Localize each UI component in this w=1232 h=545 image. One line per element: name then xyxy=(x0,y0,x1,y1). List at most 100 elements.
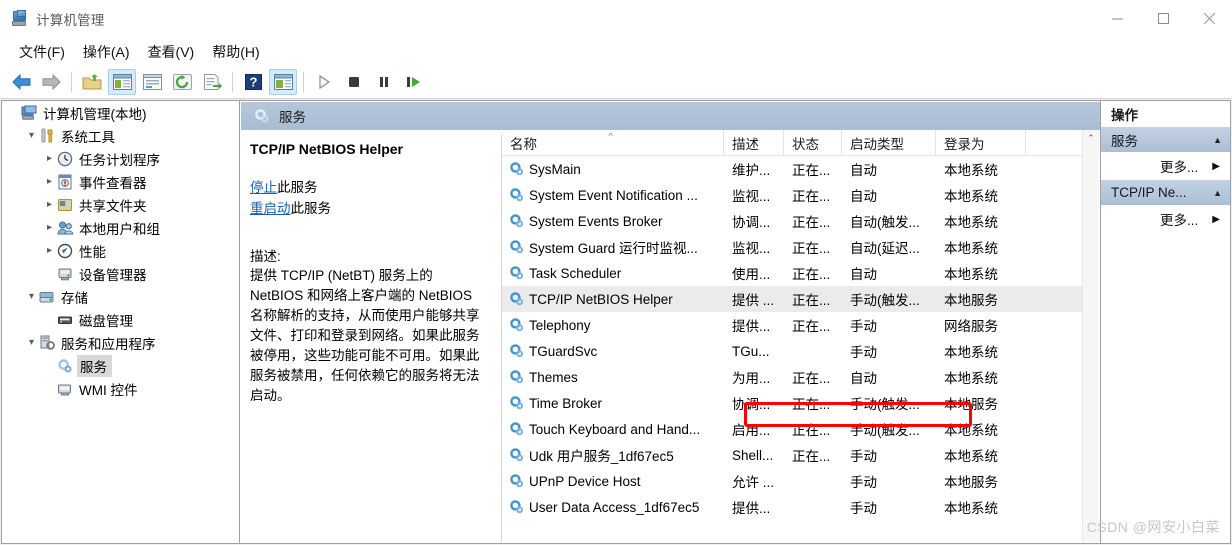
pause-service-icon[interactable] xyxy=(370,69,398,95)
scroll-up-arrow[interactable]: ⌃ xyxy=(1083,130,1099,147)
table-row[interactable]: Themes 为用... 正在... 自动 本地系统 xyxy=(502,364,1099,390)
table-row[interactable]: TCP/IP NetBIOS Helper 提供 ... 正在... 手动(触发...… xyxy=(502,286,1099,312)
chevron-up-icon[interactable]: ▲ xyxy=(1213,188,1222,198)
service-name-label: User Data Access_1df67ec5 xyxy=(529,499,700,515)
results-pane-title: 服务 xyxy=(279,110,306,125)
stop-service-line: 停止此服务 xyxy=(250,177,485,198)
show-hide-console-tree-icon[interactable] xyxy=(108,69,136,95)
tree-item-11[interactable]: 服务 xyxy=(2,354,239,377)
chevron-right-icon[interactable]: ▸ xyxy=(42,151,57,166)
actions-item-more-1[interactable]: 更多... ▶ xyxy=(1101,205,1230,233)
export-list-icon[interactable] xyxy=(198,69,226,95)
actions-group-header-1[interactable]: TCP/IP Ne... ▲ xyxy=(1101,180,1230,205)
cell-logon-as: 本地系统 xyxy=(944,163,998,178)
table-row[interactable]: Udk 用户服务_1df67ec5 Shell... 正在... 手动 本地系统 xyxy=(502,442,1099,468)
services-list-scrollbar[interactable]: ⌃ xyxy=(1082,130,1099,542)
menu-action[interactable]: 操作(A) xyxy=(74,39,139,65)
tree-item-0[interactable]: 计算机管理(本地) xyxy=(2,101,239,124)
computer-management-window: 计算机管理 文件(F) 操作(A) 查看(V) 帮助(H) ? 计算机管理(本地… xyxy=(0,0,1232,545)
start-service-icon[interactable] xyxy=(310,69,338,95)
column-header-2[interactable]: 状态 xyxy=(784,130,842,155)
tree-item-2[interactable]: ▸ 任务计划程序 xyxy=(2,147,239,170)
tree-item-6[interactable]: ▸ 性能 xyxy=(2,239,239,262)
event-viewer-icon xyxy=(57,174,74,190)
services-icon xyxy=(254,108,270,124)
chevron-up-icon[interactable]: ▲ xyxy=(1213,135,1222,145)
minimize-button[interactable] xyxy=(1094,0,1140,37)
menu-view[interactable]: 查看(V) xyxy=(139,39,204,65)
tree-item-4[interactable]: ▸ 共享文件夹 xyxy=(2,193,239,216)
cell-status: 正在... xyxy=(792,293,831,308)
service-name-label: Time Broker xyxy=(529,395,603,411)
services-list: 名称 ^ 描述 状态 启动类型 登录为 SysMain 维护... 正在... 自动 本地系统 Sy… xyxy=(501,130,1099,542)
actions-group-header-0[interactable]: 服务 ▲ xyxy=(1101,127,1230,152)
table-row[interactable]: Task Scheduler 使用... 正在... 自动 本地系统 xyxy=(502,260,1099,286)
selected-service-name: TCP/IP NetBIOS Helper xyxy=(250,141,404,157)
cell-name: Udk 用户服务_1df67ec5 xyxy=(502,445,724,465)
actions-item-label: 更多... xyxy=(1160,213,1199,228)
stop-service-icon[interactable] xyxy=(340,69,368,95)
cell-logon-as: 本地系统 xyxy=(944,267,998,282)
column-header-4[interactable]: 登录为 xyxy=(936,130,1026,155)
help-icon[interactable]: ? xyxy=(239,69,267,95)
refresh-icon[interactable] xyxy=(168,69,196,95)
forward-icon[interactable] xyxy=(37,69,65,95)
table-row[interactable]: Time Broker 协调... 正在... 手动(触发... 本地服务 xyxy=(502,390,1099,416)
column-header-5[interactable] xyxy=(1026,130,1086,155)
chevron-right-icon[interactable]: ▸ xyxy=(42,220,57,235)
storage-icon xyxy=(39,289,56,305)
service-gear-icon xyxy=(509,499,525,515)
stop-service-link[interactable]: 停止 xyxy=(250,180,277,195)
column-header-1[interactable]: 描述 xyxy=(724,130,784,155)
tree-item-8[interactable]: ▾ 存储 xyxy=(2,285,239,308)
tree-item-label: 设备管理器 xyxy=(79,267,147,283)
tree-item-3[interactable]: ▸ 事件查看器 xyxy=(2,170,239,193)
maximize-button[interactable] xyxy=(1140,0,1186,37)
service-name-label: SysMain xyxy=(529,161,581,177)
column-header-0[interactable]: 名称 ^ xyxy=(502,130,724,155)
tree-twisty-placeholder xyxy=(6,105,21,120)
table-row[interactable]: System Events Broker 协调... 正在... 自动(触发... 本地… xyxy=(502,208,1099,234)
table-row[interactable]: UPnP Device Host 允许 ... 手动 本地服务 xyxy=(502,468,1099,494)
restart-service-icon[interactable] xyxy=(400,69,428,95)
chevron-down-icon[interactable]: ▾ xyxy=(24,335,39,350)
menu-file[interactable]: 文件(F) xyxy=(10,39,74,65)
tree-item-1[interactable]: ▾ 系统工具 xyxy=(2,124,239,147)
back-icon[interactable] xyxy=(7,69,35,95)
service-name-label: System Events Broker xyxy=(529,213,663,229)
service-name-label: Touch Keyboard and Hand... xyxy=(529,421,701,437)
chevron-right-icon[interactable]: ▸ xyxy=(42,197,57,212)
service-gear-icon xyxy=(509,265,525,281)
cell-status: 正在... xyxy=(792,319,831,334)
chevron-down-icon[interactable]: ▾ xyxy=(24,289,39,304)
column-header-label: 启动类型 xyxy=(850,136,904,152)
table-row[interactable]: User Data Access_1df67ec5 提供... 手动 本地系统 xyxy=(502,494,1099,520)
table-row[interactable]: SysMain 维护... 正在... 自动 本地系统 xyxy=(502,156,1099,182)
chevron-right-icon[interactable]: ▸ xyxy=(42,243,57,258)
tree-item-label: WMI 控件 xyxy=(79,382,138,398)
close-button[interactable] xyxy=(1186,0,1232,37)
chevron-right-icon[interactable]: ▸ xyxy=(42,174,57,189)
tree-item-7[interactable]: 设备管理器 xyxy=(2,262,239,285)
table-row[interactable]: System Event Notification ... 监视... 正在... 自… xyxy=(502,182,1099,208)
chevron-down-icon[interactable]: ▾ xyxy=(24,128,39,143)
tree-item-9[interactable]: 磁盘管理 xyxy=(2,308,239,331)
tree-item-5[interactable]: ▸ 本地用户和组 xyxy=(2,216,239,239)
show-action-pane-icon[interactable] xyxy=(269,69,297,95)
properties-icon[interactable] xyxy=(138,69,166,95)
service-gear-icon xyxy=(509,473,525,489)
column-header-3[interactable]: 启动类型 xyxy=(842,130,936,155)
table-row[interactable]: Touch Keyboard and Hand... 启用... 正在... 手动(触… xyxy=(502,416,1099,442)
restart-service-link[interactable]: 重启动 xyxy=(250,201,291,216)
system-tools-icon xyxy=(39,128,56,144)
menu-help[interactable]: 帮助(H) xyxy=(203,39,268,65)
up-folder-icon[interactable] xyxy=(78,69,106,95)
tree-item-10[interactable]: ▾ 服务和应用程序 xyxy=(2,331,239,354)
table-row[interactable]: System Guard 运行时监视... 监视... 正在... 自动(延迟... 本… xyxy=(502,234,1099,260)
actions-pane: 操作 服务 ▲ 更多... ▶ TCP/IP Ne... ▲ 更多... ▶ xyxy=(1101,100,1231,544)
actions-item-more-0[interactable]: 更多... ▶ xyxy=(1101,152,1230,180)
table-row[interactable]: Telephony 提供... 正在... 手动 网络服务 xyxy=(502,312,1099,338)
column-header-label: 状态 xyxy=(792,136,819,152)
table-row[interactable]: TGuardSvc TGu... 手动 本地系统 xyxy=(502,338,1099,364)
tree-item-12[interactable]: WMI 控件 xyxy=(2,377,239,400)
